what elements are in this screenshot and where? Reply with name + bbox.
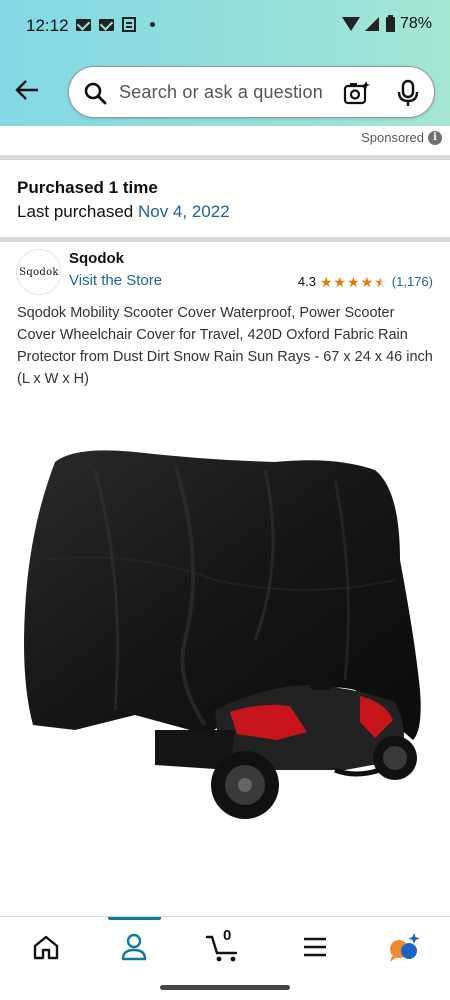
last-purchased: Last purchased Nov 4, 2022 xyxy=(17,202,230,222)
star-icon: ★ xyxy=(319,273,333,290)
menu-icon[interactable] xyxy=(295,929,335,965)
sponsored-label[interactable]: Sponsored i xyxy=(361,130,442,145)
notes-notification-icon xyxy=(122,17,136,32)
product-title[interactable]: Sqodok Mobility Scooter Cover Waterproof… xyxy=(17,302,437,390)
notification-icons xyxy=(76,17,155,32)
purchase-count: Purchased 1 time xyxy=(17,178,158,197)
search-bar[interactable]: Search or ask a question xyxy=(68,66,435,118)
sponsored-text: Sponsored xyxy=(361,130,424,145)
account-icon[interactable] xyxy=(114,929,154,965)
star-icon: ★ xyxy=(333,273,347,290)
cart-button[interactable]: 0 xyxy=(204,927,244,965)
search-icon xyxy=(84,82,107,105)
last-purchased-date-link[interactable]: Nov 4, 2022 xyxy=(138,202,230,221)
wifi-icon xyxy=(341,17,360,31)
system-status-icons: 78% xyxy=(341,14,432,33)
gmail-notification-icon xyxy=(76,18,91,31)
brand-logo[interactable]: Sqodok xyxy=(17,250,61,294)
more-notifications-dot-icon xyxy=(150,22,155,27)
signal-icon xyxy=(364,17,379,31)
gmail-notification-icon-2 xyxy=(99,18,114,31)
half-star-icon: ★ xyxy=(374,273,387,290)
product-image[interactable] xyxy=(15,440,435,840)
status-time: 12:12 xyxy=(26,16,69,35)
home-icon[interactable] xyxy=(26,929,66,965)
visit-store-link[interactable]: Visit the Store xyxy=(69,272,162,289)
back-arrow-icon[interactable] xyxy=(14,78,40,102)
rating-value: 4.3 xyxy=(297,274,316,289)
info-icon[interactable]: i xyxy=(428,130,442,145)
camera-search-icon[interactable] xyxy=(343,80,371,106)
section-divider-2 xyxy=(0,237,450,242)
microphone-icon[interactable] xyxy=(397,79,419,107)
rufus-icon[interactable] xyxy=(384,929,424,965)
status-bar: 12:12 78% xyxy=(0,0,450,52)
gesture-home-bar[interactable] xyxy=(160,985,290,990)
brand-logo-text: Sqodok xyxy=(19,266,59,278)
rating-count-link[interactable]: (1,176) xyxy=(392,274,433,289)
brand-name: Sqodok xyxy=(69,250,124,267)
battery-percent: 78% xyxy=(399,15,432,32)
battery-icon xyxy=(385,14,395,32)
cart-count: 0 xyxy=(223,927,232,944)
last-purchased-label: Last purchased xyxy=(17,202,138,221)
section-divider xyxy=(0,155,450,160)
app-header: 12:12 78% Search or ask a question xyxy=(0,0,450,126)
star-icon: ★ xyxy=(347,273,360,290)
star-icon: ★ xyxy=(360,273,374,290)
rating-summary[interactable]: 4.3 ★ ★ ★ ★ ★ (1,176) xyxy=(298,274,433,289)
search-input[interactable]: Search or ask a question xyxy=(119,82,323,103)
bottom-navigation: 0 xyxy=(0,916,450,1000)
active-tab-indicator xyxy=(108,917,161,920)
